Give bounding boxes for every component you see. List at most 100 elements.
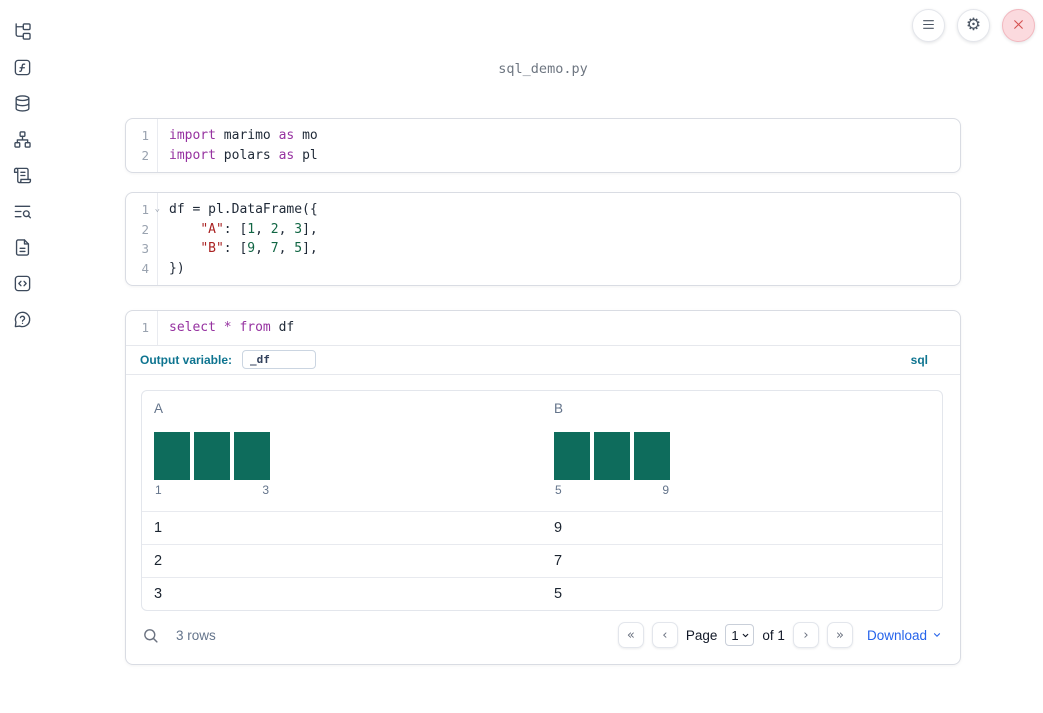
code-area: 1 select * from df xyxy=(126,311,960,345)
output-variable-input[interactable] xyxy=(242,350,317,369)
download-button[interactable]: Download xyxy=(867,628,942,643)
table-footer: 3 rows « ‹ Page 1 of 1 › » Download xyxy=(141,611,943,660)
code-editor[interactable]: select * from df xyxy=(158,311,960,345)
code-line: df = pl.DataFrame({ xyxy=(169,202,318,217)
cell-dataframe: 1 ⌄ 2 3 4 df = pl.DataFrame({ "A": [1, 2, 3],… xyxy=(125,192,961,286)
cell-output: A 13 B 59 192735 3 rows «‹ Page 1 of 1 ›» xyxy=(126,373,960,664)
histogram-bar xyxy=(634,431,670,480)
table-row[interactable]: 27 xyxy=(142,543,942,577)
prev-page-icon: ‹ xyxy=(662,627,668,643)
histogram-bar xyxy=(154,431,190,480)
code-box-icon xyxy=(13,274,32,296)
help-bubble-icon xyxy=(13,310,32,332)
prev-page-button[interactable]: ‹ xyxy=(651,622,678,648)
code-line: import polars as pl xyxy=(169,147,318,163)
table-body: 192735 xyxy=(142,510,942,610)
row-count: 3 rows xyxy=(176,627,216,643)
sidebar-item-database[interactable] xyxy=(11,94,33,116)
line-number: 1 xyxy=(141,128,149,143)
dataframe-table: A 13 B 59 192735 xyxy=(141,389,943,611)
sidebar-item-file-text[interactable] xyxy=(11,238,33,260)
page-of-label: of 1 xyxy=(762,627,785,643)
table-row[interactable]: 19 xyxy=(142,510,942,544)
sidebar xyxy=(0,0,44,713)
column-header[interactable]: B 59 xyxy=(542,391,942,511)
page-select-wrap: 1 xyxy=(725,624,755,646)
page-select[interactable]: 1 xyxy=(731,627,751,643)
sidebar-item-file-tree[interactable] xyxy=(11,22,33,44)
table-cell: 2 xyxy=(154,552,163,569)
output-variable-label: Output variable: xyxy=(140,352,233,367)
first-page-icon: « xyxy=(626,627,635,643)
column-name: A xyxy=(154,400,164,416)
gutter: 1 ⌄ 2 3 4 xyxy=(126,193,160,285)
table-cell: 5 xyxy=(554,585,563,602)
table-cell: 9 xyxy=(554,519,563,536)
next-page-button[interactable]: › xyxy=(792,622,819,648)
code-line: select * from df xyxy=(169,320,295,335)
line-number: 1 ⌄ xyxy=(126,200,160,220)
code-editor[interactable]: import marimo as mo import polars as pl xyxy=(158,119,960,172)
function-square-icon xyxy=(13,58,32,80)
table-cell: 1 xyxy=(154,519,163,536)
histogram-bar xyxy=(234,431,270,480)
fold-chevron-icon[interactable]: ⌄ xyxy=(155,200,160,220)
gutter: 1 xyxy=(126,311,158,345)
close-icon xyxy=(1012,18,1025,34)
cell-imports: 1 2 import marimo as mo import polars as pl xyxy=(125,118,961,173)
hist-max-label: 3 xyxy=(262,482,269,497)
code-line: import marimo as mo xyxy=(169,128,318,143)
sql-cell-footer: Output variable: sql xyxy=(126,344,960,374)
histogram-bar xyxy=(194,431,230,480)
column-header[interactable]: A 13 xyxy=(142,391,542,511)
language-badge: sql xyxy=(910,352,928,367)
code-line: "B": [9, 7, 5], xyxy=(200,241,318,256)
next-page-icon: › xyxy=(803,627,809,643)
gear-button[interactable]: ⚙ xyxy=(957,9,990,42)
line-number: 3 xyxy=(141,241,149,256)
table-cell: 7 xyxy=(554,552,563,569)
line-number: 1 xyxy=(141,320,149,335)
cell-sql: 1 select * from df Output variable: sql A… xyxy=(125,310,961,665)
table-row[interactable]: 35 xyxy=(142,576,942,610)
file-tree-icon xyxy=(13,22,32,44)
line-number: 2 xyxy=(141,221,149,237)
column-name: B xyxy=(554,400,564,416)
hist-min-label: 5 xyxy=(555,482,562,497)
sidebar-item-dependency-graph[interactable] xyxy=(11,130,33,152)
table-cell: 3 xyxy=(154,585,163,602)
close-button[interactable] xyxy=(1002,9,1035,42)
histogram-bar xyxy=(594,431,630,480)
code-editor[interactable]: df = pl.DataFrame({ "A": [1, 2, 3], "B":… xyxy=(158,193,960,285)
sidebar-item-help-bubble[interactable] xyxy=(11,310,33,332)
code-line: "A": [1, 2, 3], xyxy=(200,221,318,237)
search-icon[interactable] xyxy=(142,627,159,644)
last-page-button[interactable]: » xyxy=(826,622,853,648)
gear-icon: ⚙ xyxy=(965,15,982,35)
code-line: }) xyxy=(169,260,185,276)
first-page-button[interactable]: « xyxy=(617,622,644,648)
sidebar-item-function-square[interactable] xyxy=(11,58,33,80)
hist-min-label: 1 xyxy=(155,482,162,497)
hist-max-label: 9 xyxy=(662,482,669,497)
sidebar-item-scroll[interactable] xyxy=(11,166,33,188)
table-header: A 13 B 59 xyxy=(142,391,942,511)
sidebar-item-code-box[interactable] xyxy=(11,274,33,296)
dependency-graph-icon xyxy=(13,130,32,152)
line-number: 2 xyxy=(141,147,149,163)
file-text-icon xyxy=(13,238,32,260)
gutter: 12 xyxy=(126,119,158,172)
histogram: 59 xyxy=(554,431,670,497)
code-area: 1 2 import marimo as mo import polars as pl xyxy=(126,119,960,172)
notebook: sql_demo.py 1 2 import marimo as mo import … xyxy=(125,0,961,713)
last-page-icon: » xyxy=(835,627,844,643)
page-label: Page xyxy=(685,627,718,643)
chevron-down-icon xyxy=(933,633,941,637)
line-number: 4 xyxy=(141,260,149,276)
scroll-icon xyxy=(13,166,32,188)
sidebar-item-text-search[interactable] xyxy=(11,202,33,224)
histogram-bar xyxy=(554,431,590,480)
notebook-title[interactable]: sql_demo.py xyxy=(125,61,961,77)
histogram: 13 xyxy=(154,431,270,497)
code-area: 1 ⌄ 2 3 4 df = pl.DataFrame({ "A": [1, 2, 3],… xyxy=(126,193,960,285)
